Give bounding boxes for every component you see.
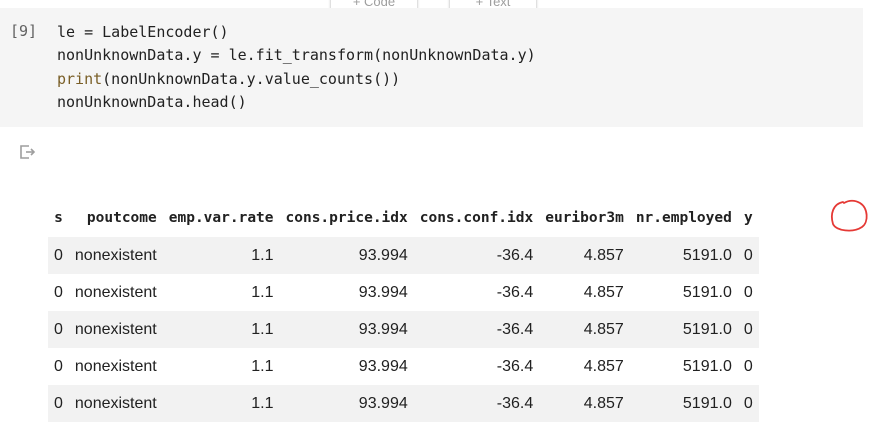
table-cell: 1.1 (251, 320, 274, 338)
table-cell: 4.857 (583, 320, 624, 338)
table-cell: 93.994 (358, 394, 408, 412)
execution-count: [9] (10, 22, 38, 40)
column-header: s (54, 210, 63, 226)
column-header: poutcome (86, 210, 157, 226)
table-cell: 0 (54, 246, 63, 264)
table-cell: 5191.0 (682, 320, 732, 338)
table-row: 0 nonexistent 1.1 93.994 -36.4 4.857 519… (48, 311, 759, 348)
table-cell: 5191.0 (682, 357, 732, 375)
table-cell: -36.4 (496, 357, 534, 375)
table-row: 0 nonexistent 1.1 93.994 -36.4 4.857 519… (48, 348, 759, 385)
table-cell: 0 (743, 394, 753, 412)
table-cell: 93.994 (358, 320, 408, 338)
table-cell: 93.994 (358, 246, 408, 264)
table-cell: 0 (743, 320, 753, 338)
table-cell: nonexistent (74, 283, 157, 301)
table-cell: 4.857 (583, 357, 624, 375)
code-line-1: le = LabelEncoder() (57, 23, 229, 41)
column-header: nr.employed (635, 210, 732, 226)
code-line-4: nonUnknownData.head() (57, 92, 247, 111)
table-cell: -36.4 (496, 320, 534, 338)
table-header-row: s poutcome emp.var.rate cons.price.idx c… (48, 199, 759, 237)
table-cell: -36.4 (496, 246, 534, 264)
code-cell[interactable]: [9] le = LabelEncoder() nonUnknownData.y … (0, 8, 863, 127)
print-keyword: print (57, 69, 103, 88)
table-cell: 5191.0 (682, 283, 732, 301)
code-line-3: print(nonUnknownData.y.value_counts()) (57, 68, 536, 91)
red-circle-annotation (830, 199, 868, 232)
table-cell: 0 (54, 357, 63, 375)
column-header-y: y (744, 210, 753, 226)
table-cell: 4.857 (583, 394, 624, 412)
table-cell: nonexistent (74, 394, 157, 412)
output-arrow-icon[interactable] (18, 143, 36, 161)
table-cell: nonexistent (74, 357, 157, 375)
table-cell: -36.4 (496, 283, 534, 301)
table-cell: 4.857 (583, 246, 624, 264)
table-cell: -36.4 (496, 394, 534, 412)
table-row: 0 nonexistent 1.1 93.994 -36.4 4.857 519… (48, 237, 759, 274)
code-editor[interactable]: le = LabelEncoder() nonUnknownData.y = le… (57, 21, 536, 114)
table-cell: 0 (54, 320, 63, 338)
table-cell: 0 (743, 246, 753, 264)
table-cell: nonexistent (74, 320, 157, 338)
table-cell: 1.1 (251, 357, 274, 375)
table-cell: 0 (743, 283, 753, 301)
table-cell: 1.1 (251, 246, 274, 264)
table-cell: 4.857 (583, 283, 624, 301)
table-row: 0 nonexistent 1.1 93.994 -36.4 4.857 519… (48, 274, 759, 311)
table-cell: nonexistent (74, 246, 157, 264)
dataframe-table: s poutcome emp.var.rate cons.price.idx c… (48, 199, 759, 422)
table-cell: 1.1 (251, 283, 274, 301)
table-cell: 93.994 (358, 283, 408, 301)
print-args: (nonUnknownData.y.value_counts()) (102, 69, 401, 88)
table-cell: 1.1 (251, 394, 274, 412)
table-cell: 0 (54, 283, 63, 301)
table-cell: 0 (743, 357, 753, 375)
column-header: euribor3m (545, 210, 624, 226)
table-cell: 0 (54, 394, 63, 412)
table-cell: 5191.0 (682, 394, 732, 412)
column-header: cons.conf.idx (419, 210, 534, 226)
code-line-2: nonUnknownData.y = le.fit_transform(nonU… (57, 46, 536, 65)
table-cell: 93.994 (358, 357, 408, 375)
table-row: 0 nonexistent 1.1 93.994 -36.4 4.857 519… (48, 385, 759, 422)
column-header: emp.var.rate (168, 210, 274, 226)
column-header: cons.price.idx (285, 210, 408, 226)
table-cell: 5191.0 (682, 246, 732, 264)
